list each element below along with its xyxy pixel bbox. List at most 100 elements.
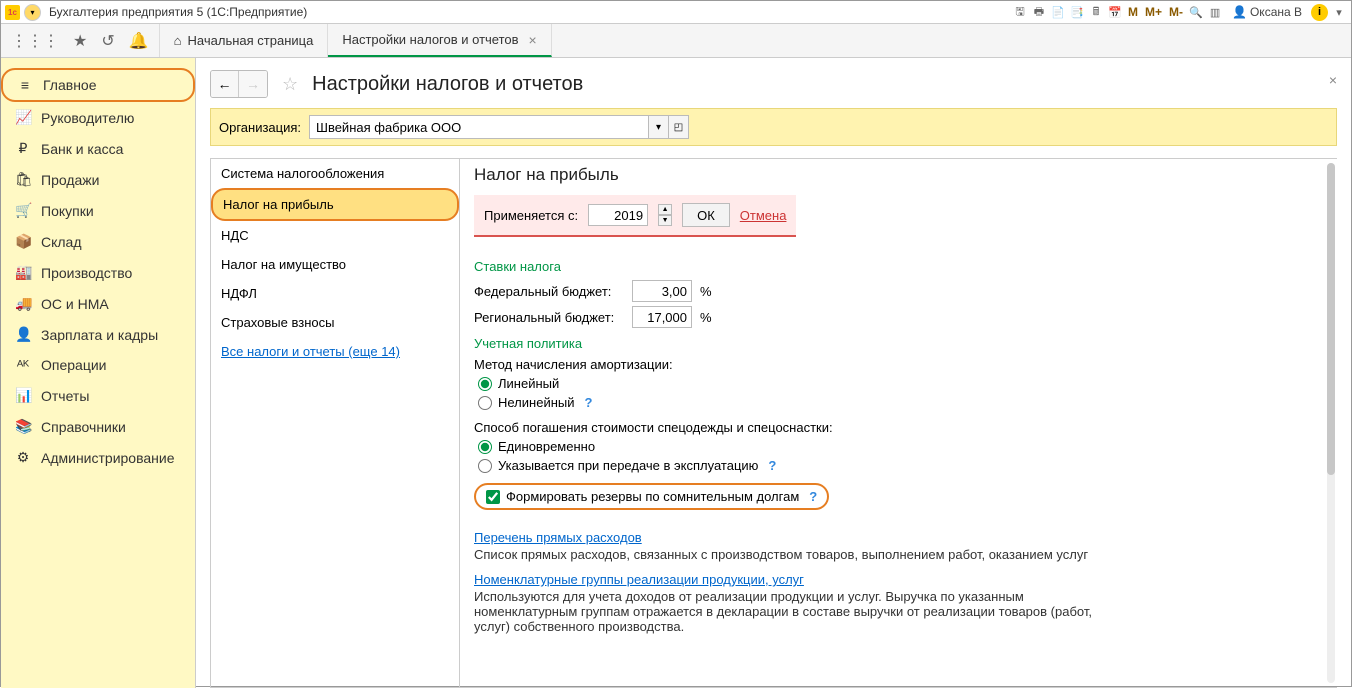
apps-icon[interactable]: ⋮⋮⋮	[11, 31, 59, 51]
org-input[interactable]	[309, 115, 649, 139]
page-close-icon[interactable]: ×	[1329, 72, 1337, 88]
settings-nav-item-2[interactable]: НДС	[211, 221, 459, 250]
nav-label: Производство	[41, 265, 132, 281]
settings-nav-all-link[interactable]: Все налоги и отчеты (еще 14)	[211, 337, 459, 366]
wear-once-radio[interactable]	[478, 440, 492, 454]
forward-button[interactable]: →	[239, 71, 267, 97]
nav-item-5[interactable]: 📦Склад	[1, 226, 195, 257]
compare-icon[interactable]: 📑	[1069, 4, 1085, 20]
amort-nonlinear-radio[interactable]	[478, 396, 492, 410]
close-icon[interactable]: ×	[529, 32, 537, 48]
spin-down[interactable]: ▼	[658, 215, 672, 226]
help-icon-3[interactable]: ?	[809, 489, 817, 504]
nav-item-4[interactable]: 🛒 Покупки	[1, 195, 195, 226]
org-open-button[interactable]: ◰	[669, 115, 689, 139]
memory-m[interactable]: M	[1126, 5, 1140, 19]
dropdown-icon[interactable]: ▾	[1331, 4, 1347, 20]
reserve-row: Формировать резервы по сомнительным долг…	[486, 489, 817, 504]
spin-up[interactable]: ▲	[658, 204, 672, 215]
nomenclature-desc: Используются для учета доходов от реализ…	[474, 589, 1114, 634]
home-icon: ⌂	[174, 33, 182, 48]
scrollbar-thumb[interactable]	[1327, 163, 1335, 475]
nav-icon: ᴬᴷ	[15, 357, 31, 373]
nav-item-0[interactable]: ≡Главное	[1, 68, 195, 102]
memory-mminus[interactable]: M-	[1167, 5, 1185, 19]
notifications-icon[interactable]: 🔔	[129, 31, 149, 51]
reserve-checkbox[interactable]	[486, 490, 500, 504]
federal-input[interactable]	[632, 280, 692, 302]
direct-expenses-link[interactable]: Перечень прямых расходов	[474, 530, 642, 545]
regional-rate-row: Региональный бюджет: %	[474, 306, 1337, 328]
settings-nav-item-3[interactable]: Налог на имущество	[211, 250, 459, 279]
nav-item-9[interactable]: ᴬᴷ Операции	[1, 350, 195, 380]
organization-bar: Организация: ▾ ◰	[210, 108, 1337, 146]
settings-nav-item-5[interactable]: Страховые взносы	[211, 308, 459, 337]
nav-item-12[interactable]: ⚙Администрирование	[1, 442, 195, 473]
nav-item-8[interactable]: 👤Зарплата и кадры	[1, 319, 195, 350]
org-dropdown-button[interactable]: ▾	[649, 115, 669, 139]
nav-label: Продажи	[41, 172, 99, 188]
history-icon[interactable]: ↺	[101, 31, 114, 51]
info-icon[interactable]: i	[1311, 4, 1328, 21]
nav-item-6[interactable]: 🏭Производство	[1, 257, 195, 288]
percent-sign: %	[700, 284, 712, 299]
regional-input[interactable]	[632, 306, 692, 328]
amort-label: Метод начисления амортизации:	[474, 357, 1337, 372]
wear-onuse-row: Указывается при передаче в эксплуатацию …	[478, 458, 1337, 473]
scrollbar[interactable]	[1327, 163, 1335, 683]
memory-mplus[interactable]: M+	[1143, 5, 1164, 19]
apply-year-input[interactable]	[588, 204, 648, 226]
calculator-icon[interactable]: 🖩	[1088, 4, 1104, 20]
tab-active-label: Настройки налогов и отчетов	[342, 32, 518, 47]
amort-linear-radio[interactable]	[478, 377, 492, 391]
zoom-icon[interactable]: 🔍	[1188, 4, 1204, 20]
ok-button[interactable]: ОК	[682, 203, 730, 227]
cancel-link[interactable]: Отмена	[740, 208, 787, 223]
nav-item-2[interactable]: ₽Банк и касса	[1, 133, 195, 164]
rates-section-label: Ставки налога	[474, 259, 1337, 274]
settings-row: Система налогообложенияНалог на прибыльН…	[210, 158, 1337, 688]
nav-icon: ⚙	[15, 449, 31, 466]
favorite-icon[interactable]: ★	[73, 31, 87, 51]
federal-label: Федеральный бюджет:	[474, 284, 624, 299]
print-icon[interactable]: 🖶	[1031, 4, 1047, 20]
save-db-icon[interactable]: 🖫	[1012, 4, 1028, 20]
tab-home[interactable]: ⌂ Начальная страница	[160, 24, 329, 57]
main-toolbar: ⋮⋮⋮ ★ ↺ 🔔 ⌂ Начальная страница Настройки…	[1, 24, 1351, 58]
nav-item-10[interactable]: 📊Отчеты	[1, 380, 195, 411]
settings-nav-item-0[interactable]: Система налогообложения	[211, 159, 459, 188]
direct-expenses-desc: Список прямых расходов, связанных с прои…	[474, 547, 1114, 562]
tab-home-label: Начальная страница	[188, 33, 314, 48]
nav-item-7[interactable]: 🚚ОС и НМА	[1, 288, 195, 319]
wear-label: Способ погашения стоимости спецодежды и …	[474, 420, 1337, 435]
content-area: × ← → ☆ Настройки налогов и отчетов Орга…	[196, 58, 1351, 688]
back-button[interactable]: ←	[211, 71, 239, 97]
nav-label: Покупки	[41, 203, 94, 219]
calendar-icon[interactable]: 📅	[1107, 4, 1123, 20]
wear-onuse-radio[interactable]	[478, 459, 492, 473]
nav-item-1[interactable]: 📈Руководителю	[1, 102, 195, 133]
nav-icon: 🛒	[15, 202, 31, 219]
nav-item-11[interactable]: 📚Справочники	[1, 411, 195, 442]
nomenclature-link[interactable]: Номенклатурные группы реализации продукц…	[474, 572, 804, 587]
nav-icon: 📚	[15, 418, 31, 435]
regional-label: Региональный бюджет:	[474, 310, 624, 325]
apply-row: Применяется с: ▲ ▼ ОК Отмена	[474, 195, 796, 237]
settings-nav-item-4[interactable]: НДФЛ	[211, 279, 459, 308]
help-icon[interactable]: ?	[585, 395, 593, 410]
favorite-page-icon[interactable]: ☆	[282, 74, 298, 95]
help-icon-2[interactable]: ?	[768, 458, 776, 473]
settings-nav-item-1[interactable]: Налог на прибыль	[211, 188, 459, 221]
year-spinner: ▲ ▼	[658, 204, 672, 226]
nav-label: Операции	[41, 357, 107, 373]
apply-label: Применяется с:	[484, 208, 578, 223]
panels-icon[interactable]: ▥	[1207, 4, 1223, 20]
nav-icon: ≡	[17, 77, 33, 93]
titlebar: 1c ▾ Бухгалтерия предприятия 5 (1С:Предп…	[1, 1, 1351, 24]
print-preview-icon[interactable]: 📄	[1050, 4, 1066, 20]
amort-nonlinear-row: Нелинейный ?	[478, 395, 1337, 410]
nav-item-3[interactable]: 🛍Продажи	[1, 164, 195, 195]
app-menu-dropdown[interactable]: ▾	[24, 4, 41, 21]
current-user[interactable]: 👤 Оксана В	[1232, 5, 1302, 19]
tab-tax-settings[interactable]: Настройки налогов и отчетов ×	[328, 24, 551, 57]
